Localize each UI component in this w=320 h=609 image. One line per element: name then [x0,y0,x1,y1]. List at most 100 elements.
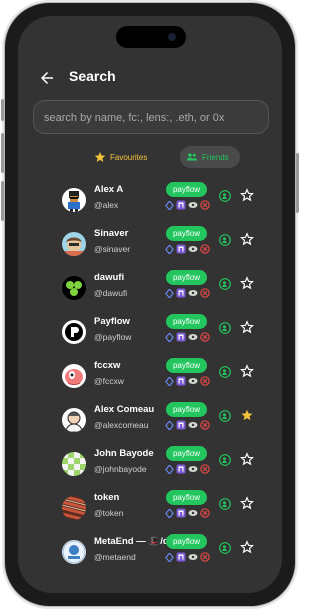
cancel-circle-icon [200,244,210,254]
person-add-icon[interactable] [219,409,231,422]
tabs: Favourites Friends [88,146,240,168]
cancel-circle-icon [200,332,210,342]
favorite-star-icon[interactable] [240,188,254,202]
favorite-star-icon[interactable] [240,276,254,290]
user-row[interactable]: token @token payflow [18,490,282,536]
farcaster-icon [176,332,186,342]
favorite-star-icon[interactable] [240,320,254,334]
person-add-icon[interactable] [219,541,231,554]
favorite-star-icon[interactable] [240,408,254,422]
user-name: Payflow [94,316,130,327]
volume-up-button [1,99,4,121]
cancel-circle-icon [200,288,210,298]
person-add-icon[interactable] [219,497,231,510]
lens-icon [188,420,198,430]
payflow-button[interactable]: payflow [166,490,207,505]
payflow-button[interactable]: payflow [166,182,207,197]
user-name: Alex A [94,184,124,195]
user-row[interactable]: dawufi @dawufi payflow [18,270,282,316]
cancel-circle-icon [200,464,210,474]
lens-icon [188,508,198,518]
identity-badges [164,419,214,431]
user-row[interactable]: Alex A @alex payflow [18,182,282,228]
ethereum-diamond-icon [164,552,174,562]
avatar [62,188,86,212]
ethereum-diamond-icon [164,376,174,386]
user-row[interactable]: MetaEnd — 🎩/dau @metaend payflow [18,534,282,580]
cancel-circle-icon [200,420,210,430]
silent-switch [1,181,4,221]
ethereum-diamond-icon [164,464,174,474]
people-icon [186,153,198,161]
identity-badges [164,507,214,519]
cancel-circle-icon [200,376,210,386]
payflow-button[interactable]: payflow [166,358,207,373]
phone-frame: Search Favourites Friends Alex A @alex pay… [1,3,299,606]
user-handle: @alex [94,200,119,210]
user-handle: @token [94,508,124,518]
user-row[interactable]: Payflow @payflow payflow [18,314,282,360]
identity-badges [164,463,214,475]
avatar [62,540,86,564]
favorite-star-icon[interactable] [240,364,254,378]
lens-icon [188,200,198,210]
ethereum-diamond-icon [164,288,174,298]
user-row[interactable]: Alex Comeau @alexcomeau payflow [18,402,282,448]
favorite-star-icon[interactable] [240,496,254,510]
payflow-button[interactable]: payflow [166,270,207,285]
identity-badges [164,243,214,255]
farcaster-icon [176,244,186,254]
identity-badges [164,551,214,563]
search-input[interactable] [42,107,266,129]
lens-icon [188,332,198,342]
farcaster-icon [176,420,186,430]
payflow-button[interactable]: payflow [166,446,207,461]
person-add-icon[interactable] [219,321,231,334]
lens-icon [188,464,198,474]
user-handle: @dawufi [94,288,128,298]
power-button [296,153,299,213]
user-name: Sinaver [94,228,129,239]
user-row[interactable]: fccxw @fccxw payflow [18,358,282,404]
identity-badges [164,375,214,387]
cancel-circle-icon [200,200,210,210]
person-add-icon[interactable] [219,189,231,202]
cancel-circle-icon [200,552,210,562]
identity-badges [164,199,214,211]
user-handle: @fccxw [94,376,124,386]
volume-down-button [1,133,4,173]
favorite-star-icon[interactable] [240,540,254,554]
user-name: John Bayode [94,448,154,459]
payflow-button[interactable]: payflow [166,534,207,549]
dynamic-island [116,26,186,48]
tab-favourites[interactable]: Favourites [88,146,168,168]
back-arrow-icon[interactable] [38,69,56,87]
payflow-button[interactable]: payflow [166,314,207,329]
user-name: dawufi [94,272,125,283]
ethereum-diamond-icon [164,244,174,254]
favorite-star-icon[interactable] [240,232,254,246]
payflow-button[interactable]: payflow [166,226,207,241]
identity-badges [164,287,214,299]
person-add-icon[interactable] [219,365,231,378]
person-add-icon[interactable] [219,233,231,246]
payflow-button[interactable]: payflow [166,402,207,417]
user-row[interactable]: John Bayode @johnbayode payflow [18,446,282,492]
ethereum-diamond-icon [164,508,174,518]
lens-icon [188,376,198,386]
favorite-star-icon[interactable] [240,452,254,466]
ethereum-diamond-icon [164,420,174,430]
user-name: Alex Comeau [94,404,155,415]
farcaster-icon [176,464,186,474]
user-handle: @sinaver [94,244,131,254]
tab-friends[interactable]: Friends [180,146,240,168]
user-row[interactable]: Sinaver @sinaver payflow [18,226,282,272]
user-name: fccxw [94,360,121,371]
lens-icon [188,244,198,254]
lens-icon [188,288,198,298]
user-handle: @alexcomeau [94,420,149,430]
person-add-icon[interactable] [219,453,231,466]
avatar [62,276,86,300]
person-add-icon[interactable] [219,277,231,290]
search-box [33,100,269,134]
